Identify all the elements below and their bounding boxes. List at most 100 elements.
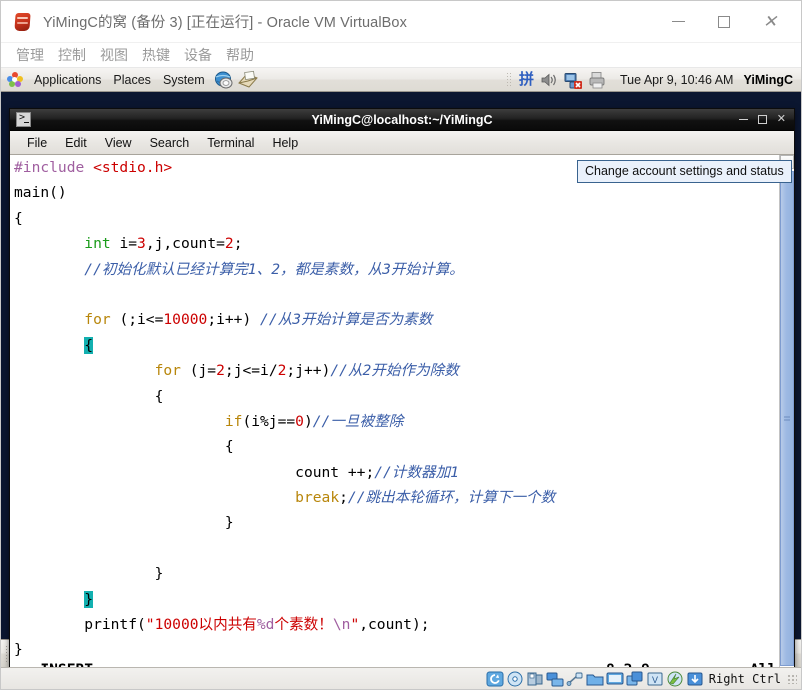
printer-icon[interactable]	[588, 71, 608, 89]
network-adapter-icon[interactable]	[546, 671, 564, 687]
code-token: //从2开始作为除数	[330, 362, 459, 380]
editor-line: }	[14, 510, 779, 535]
code-token: 0	[295, 412, 304, 430]
code-token: 3	[137, 235, 146, 253]
shared-folders-icon[interactable]	[586, 671, 604, 687]
close-icon[interactable]: ✕	[747, 1, 793, 42]
menu-item-edit[interactable]: Edit	[56, 136, 96, 150]
code-token: ;i++)	[207, 311, 261, 329]
video-capture-icon[interactable]	[626, 671, 644, 687]
code-token: }	[14, 565, 164, 583]
code-token: "10000以内共有	[145, 616, 257, 634]
editor-line: {	[14, 384, 779, 409]
gnome-top-panel: Applications Places System 拼 Tue Apr 9, …	[1, 68, 801, 92]
code-token: int	[84, 235, 111, 253]
code-token: ;j<=i/	[224, 362, 278, 380]
vim-editor-area[interactable]: #include <stdio.h> main() { int i=3,j,coun…	[10, 155, 779, 682]
hard-disk-icon[interactable]	[486, 671, 504, 687]
close-icon[interactable]: ✕	[777, 114, 786, 125]
scrollbar-grip	[784, 416, 790, 421]
code-token: for	[84, 311, 111, 329]
editor-line: {	[14, 333, 779, 358]
optical-disk-icon[interactable]	[506, 671, 524, 687]
virtualbox-statusbar: V Right Ctrl	[1, 667, 801, 689]
editor-line: //初始化默认已经计算完1、2，都是素数，从3开始计算。	[14, 257, 779, 282]
email-client-icon[interactable]	[237, 70, 259, 90]
terminal-scrollbar[interactable]: ▲ ▼	[779, 155, 794, 682]
maximize-icon[interactable]	[757, 115, 767, 124]
minimize-icon[interactable]	[738, 118, 748, 121]
host-key-label: Right Ctrl	[708, 671, 781, 686]
terminal-menubar: File Edit View Search Terminal Help	[10, 131, 794, 155]
user-menu[interactable]: YiMingC	[743, 73, 793, 87]
window-controls: ✕	[655, 1, 801, 42]
floppy-disk-icon[interactable]	[526, 671, 544, 687]
resize-grip[interactable]	[787, 673, 797, 684]
code-token: break	[295, 489, 340, 507]
code-token: main()	[14, 184, 67, 202]
menu-item-help[interactable]: Help	[263, 136, 307, 150]
editor-line	[14, 282, 779, 307]
scrollbar-track[interactable]	[780, 169, 794, 668]
editor-line: {	[14, 434, 779, 459]
menu-item-terminal[interactable]: Terminal	[198, 136, 263, 150]
code-token: 10000	[163, 311, 208, 329]
menu-item-devices[interactable]: 设备	[177, 45, 219, 65]
code-token: 2	[224, 235, 234, 253]
editor-line: }	[14, 561, 779, 586]
menu-item-help[interactable]: 帮助	[219, 45, 261, 65]
code-token: {	[84, 336, 94, 354]
network-disconnected-icon[interactable]	[564, 71, 584, 89]
guest-screen: Applications Places System 拼 Tue Apr 9, …	[1, 68, 801, 689]
menu-item-manage[interactable]: 管理	[9, 45, 51, 65]
editor-line: int i=3,j,count=2;	[14, 231, 779, 256]
mouse-integration-icon[interactable]	[666, 671, 684, 687]
menu-item-search[interactable]: Search	[141, 136, 199, 150]
clock[interactable]: Tue Apr 9, 10:46 AM	[620, 73, 734, 87]
svg-text:V: V	[652, 675, 658, 685]
window-title: YiMingC的窝 (备份 3) [正在运行] - Oracle VM Virt…	[43, 15, 407, 31]
host-key-icon[interactable]	[686, 671, 704, 687]
minimize-icon[interactable]	[655, 1, 701, 42]
applications-menu[interactable]: Applications	[28, 73, 107, 87]
display-icon[interactable]	[606, 671, 624, 687]
editor-line: count ++;//计数器加1	[14, 460, 779, 485]
terminal-icon	[16, 112, 31, 127]
volume-icon[interactable]	[540, 71, 560, 89]
usb-icon[interactable]	[566, 671, 584, 687]
code-token: 个素数！	[274, 616, 333, 634]
code-token: %d	[256, 616, 275, 634]
code-token: #include	[14, 159, 94, 176]
input-method-icon[interactable]: 拼	[519, 72, 534, 87]
code-token: ;j++)	[286, 362, 331, 380]
code-token: //跳出本轮循环，计算下一个数	[347, 489, 556, 507]
menu-item-file[interactable]: File	[18, 136, 56, 150]
menu-item-control[interactable]: 控制	[51, 45, 93, 65]
places-menu[interactable]: Places	[107, 73, 157, 87]
menu-item-hotkey[interactable]: 热键	[135, 45, 177, 65]
tray-grip[interactable]	[505, 71, 511, 88]
scrollbar-thumb[interactable]	[780, 171, 794, 666]
code-token: }	[14, 514, 234, 532]
code-token: {	[14, 387, 164, 405]
maximize-icon[interactable]	[701, 1, 747, 42]
virtualization-icon[interactable]: V	[646, 671, 664, 687]
terminal-titlebar[interactable]: YiMingC@localhost:~/YiMingC ✕	[10, 109, 794, 131]
menu-item-view[interactable]: 视图	[93, 45, 135, 65]
code-token: i=	[110, 235, 138, 253]
web-browser-icon[interactable]	[213, 70, 235, 90]
menu-item-view[interactable]: View	[96, 136, 141, 150]
code-token: ,j,count=	[145, 235, 225, 253]
code-token: ;	[233, 235, 243, 253]
editor-line: printf("10000以内共有%d个素数！\n",count);	[14, 612, 779, 637]
code-token: //一旦被整除	[312, 412, 404, 430]
system-menu[interactable]: System	[157, 73, 211, 87]
code-token: //从3开始计算是否为素数	[260, 311, 433, 329]
